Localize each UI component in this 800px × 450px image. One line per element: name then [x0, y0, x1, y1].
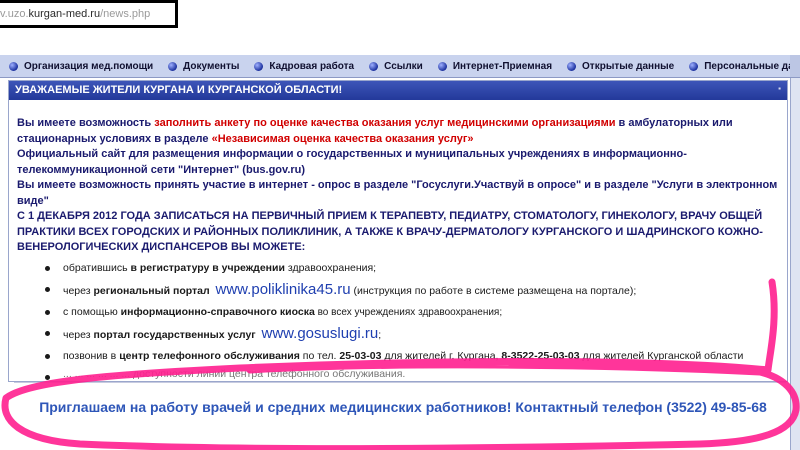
paragraph-survey: Вы имеете возможность заполнить анкету п… [17, 116, 779, 147]
paragraph-bus-gov: Официальный сайт для размещения информац… [17, 148, 687, 176]
text: портал государственных услуг [93, 328, 256, 341]
text: с помощью [63, 305, 121, 318]
independent-assessment-link[interactable]: «Независимая оценка качества оказания ус… [212, 133, 474, 145]
text: в регистратуру в учреждении [130, 261, 285, 274]
list-item: через портал государственных услуг www.g… [17, 323, 779, 346]
text: региональный портал [93, 284, 210, 297]
url-path: /news.php [100, 8, 151, 20]
url-host: kurgan-med.ru [28, 8, 101, 20]
text: позвонив в [63, 349, 120, 362]
news-banner: УВАЖАЕМЫЕ ЖИТЕЛИ КУРГАНА И КУРГАНСКОЙ ОБ… [9, 81, 787, 100]
survey-link[interactable]: заполнить анкету по оценке качества оказ… [154, 117, 615, 129]
nav-label: Персональные данн [704, 60, 800, 72]
text: по тел. [299, 349, 340, 362]
news-body: Вы имеете возможность заполнить анкету п… [9, 100, 787, 381]
banner-title: УВАЖАЕМЫЕ ЖИТЕЛИ КУРГАНА И КУРГАНСКОЙ ОБ… [15, 84, 343, 96]
text: здравоохранения; [284, 261, 377, 274]
text: обратившись [63, 261, 131, 274]
nav-item-docs[interactable]: Документы [168, 61, 239, 72]
gosuslugi-link[interactable]: www.gosuslugi.ru [262, 325, 379, 342]
nav-edge [790, 55, 800, 77]
list-item: обратившись в регистратуру в учреждении … [17, 258, 779, 279]
text: информационно-справочного киоска [120, 305, 315, 318]
paragraph-appointment: С 1 ДЕКАБРЯ 2012 ГОДА ЗАПИСАТЬСЯ НА ПЕРВ… [17, 210, 763, 253]
nav-label: Кадровая работа [269, 60, 355, 72]
text: центр телефонного обслуживания [119, 349, 300, 362]
nav-item-org[interactable]: Организация мед.помощи [9, 61, 153, 72]
bullet-icon [689, 61, 699, 71]
text: ... ... ... ... ... ... доступности лини… [63, 367, 406, 380]
address-bar[interactable]: v.uzo.kurgan-med.ru/news.php [0, 0, 178, 28]
text: для жителей г. Кургана, [381, 349, 502, 362]
list-item: через региональный портал www.poliklinik… [17, 279, 779, 302]
bullet-icon [369, 61, 379, 71]
text: через [63, 328, 94, 341]
bullet-icon [254, 61, 264, 71]
nav-label: Открытые данные [582, 60, 675, 72]
right-frame [790, 78, 800, 450]
list-item: позвонив в центр телефонного обслуживани… [17, 346, 779, 367]
nav-item-reception[interactable]: Интернет-Приемная [437, 60, 553, 72]
text: ; [378, 328, 382, 341]
list-item: ... ... ... ... ... ... доступности лини… [17, 367, 779, 381]
job-invite: Приглашаем на работу врачей и средних ме… [39, 399, 767, 415]
url-prefix: v.uzo. [0, 8, 29, 20]
poliklinika45-link[interactable]: www.poliklinika45.ru [216, 281, 351, 298]
text: во всех учреждениях здравоохранения; [314, 306, 503, 318]
nav-label: Интернет-Приемная [452, 60, 553, 72]
bullet-icon [168, 61, 178, 71]
main-nav: Организация мед.помощи Документы Кадрова… [0, 54, 800, 78]
bullet-icon [9, 61, 18, 71]
nav-label: Ссылки [384, 60, 423, 72]
nav-item-hr[interactable]: Кадровая работа [254, 61, 354, 72]
text: через [63, 284, 94, 297]
url-text[interactable]: v.uzo.kurgan-med.ru/news.php [0, 8, 150, 20]
text: Вы имеете возможность [17, 117, 155, 129]
options-list: обратившись в регистратуру в учреждении … [17, 258, 779, 381]
text: для жителей Курганской области [579, 349, 744, 362]
nav-label: Организация мед.помощи [24, 60, 154, 72]
bullet-icon [567, 61, 577, 71]
nav-label: Документы [183, 60, 240, 72]
list-item: с помощью информационно-справочного киос… [17, 302, 779, 323]
nav-item-personal-data[interactable]: Персональные данн [689, 61, 800, 72]
text: 8-3522-25-03-03 [501, 349, 580, 362]
paragraph-gosuslugi: Вы имеете возможность принять участие в … [17, 179, 778, 207]
news-panel: УВАЖАЕМЫЕ ЖИТЕЛИ КУРГАНА И КУРГАНСКОЙ ОБ… [8, 80, 788, 382]
bullet-icon [437, 61, 447, 71]
nav-item-links[interactable]: Ссылки [369, 61, 423, 72]
text: 25-03-03 [339, 349, 382, 362]
banner-corner-icon: ▪ [778, 84, 781, 93]
nav-item-open-data[interactable]: Открытые данные [567, 61, 674, 72]
divider [14, 382, 786, 383]
text: (инструкция по работе в системе размещен… [350, 284, 637, 297]
